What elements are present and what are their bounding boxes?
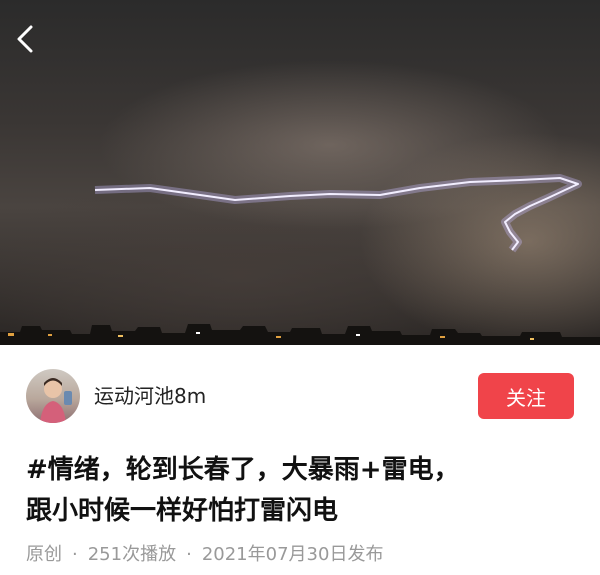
author-name[interactable]: 运动河池8m — [94, 383, 206, 409]
post-title-line-1: #情绪，轮到长春了，大暴雨+雷电， — [26, 455, 460, 485]
avatar[interactable] — [26, 369, 80, 423]
lightning-night-scene — [0, 174, 600, 345]
play-count: 251次播放 — [87, 544, 177, 565]
meta-separator: · — [186, 544, 192, 565]
follow-button[interactable]: 关注 — [478, 373, 574, 419]
back-button[interactable] — [14, 24, 50, 60]
post-title-line-2: 跟小时候一样好怕打雷闪电 — [26, 496, 339, 526]
meta-separator: · — [72, 544, 78, 565]
author-row: 运动河池8m 关注 — [0, 345, 600, 447]
publish-date: 2021年07月30日发布 — [201, 544, 384, 565]
child-photo-avatar — [40, 378, 72, 423]
chevron-left-icon — [17, 25, 33, 53]
post-title: #情绪，轮到长春了，大暴雨+雷电， 跟小时候一样好怕打雷闪电 — [26, 450, 582, 532]
video-player[interactable] — [0, 0, 600, 345]
post-meta: 原创 · 251次播放 · 2021年07月30日发布 — [26, 542, 383, 568]
post-detail-screen: 运动河池8m 关注 #情绪，轮到长春了，大暴雨+雷电， 跟小时候一样好怕打雷闪电… — [0, 0, 600, 575]
original-label: 原创 — [26, 544, 62, 565]
